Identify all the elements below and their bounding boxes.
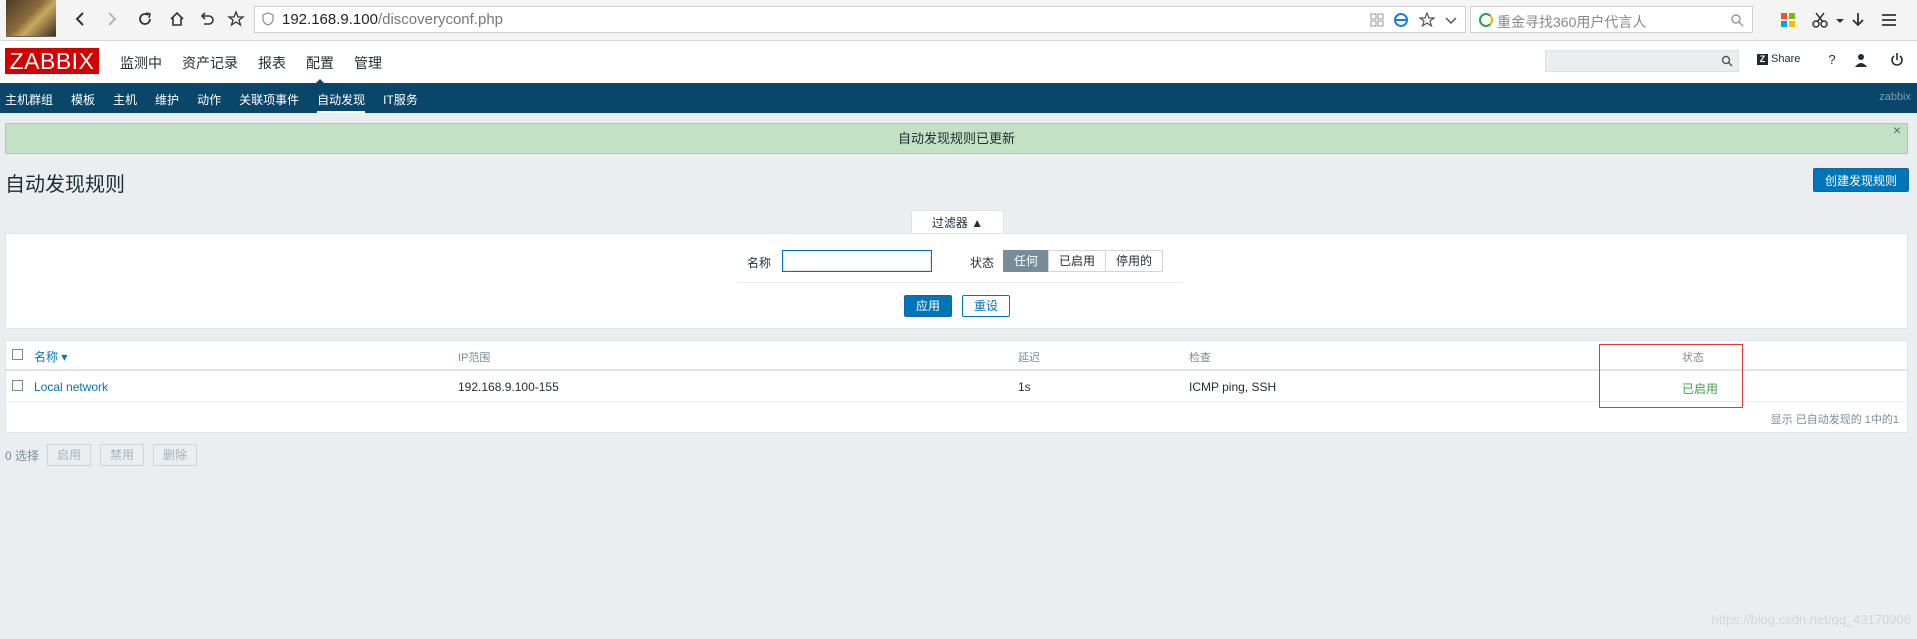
status-option-any[interactable]: 任何 [1003, 250, 1050, 272]
mass-disable-button[interactable]: 禁用 [100, 444, 145, 466]
mass-actions: 0 选择 启用 禁用 删除 [5, 444, 206, 466]
bookmark-star-icon[interactable] [224, 7, 248, 31]
filter-status-label: 状态 [970, 256, 995, 270]
search-icon[interactable] [1730, 13, 1744, 27]
undo-icon[interactable] [195, 7, 219, 31]
close-icon[interactable]: × [1893, 116, 1901, 145]
column-ip-range: IP范围 [458, 352, 491, 364]
menu-configuration[interactable]: 配置 [306, 53, 334, 86]
row-checkbox[interactable] [12, 380, 23, 391]
status-segmented-control: 任何 已启用 停用的 [1003, 250, 1164, 272]
app-header: ZABBIX 监测中 资产记录 报表 配置 管理 Z Share ? [0, 41, 1917, 86]
page-title: 自动发现规则 [5, 174, 125, 196]
subnav-discovery[interactable]: 自动发现 [317, 91, 366, 113]
reload-icon[interactable] [133, 7, 157, 31]
global-search-input[interactable] [1545, 50, 1739, 72]
zabbix-logo[interactable]: ZABBIX [5, 48, 99, 74]
subnav-maintenance[interactable]: 维护 [155, 91, 179, 108]
rule-checks: ICMP ping, SSH [1189, 380, 1277, 394]
subnav-hosts[interactable]: 主机 [113, 91, 137, 108]
power-icon[interactable] [1889, 52, 1905, 68]
column-name[interactable]: 名称 ▾ [34, 348, 67, 365]
success-message: 自动发现规则已更新 × [5, 122, 1908, 154]
back-icon[interactable] [68, 7, 92, 31]
rule-ip-range: 192.168.9.100-155 [458, 380, 559, 394]
download-icon[interactable] [1848, 10, 1868, 30]
share-icon: Z [1757, 53, 1768, 65]
mass-enable-button[interactable]: 启用 [47, 444, 92, 466]
home-icon[interactable] [165, 7, 189, 31]
menu-inventory[interactable]: 资产记录 [182, 53, 238, 73]
rule-status-toggle[interactable]: 已启用 [1682, 380, 1718, 397]
mass-delete-button[interactable]: 删除 [153, 444, 198, 466]
column-checks: 检查 [1189, 352, 1211, 364]
subnav-it-services[interactable]: IT服务 [383, 91, 418, 108]
chevron-down-icon[interactable] [1443, 12, 1459, 28]
filter-toggle-tab[interactable]: 过滤器 ▲ [911, 210, 1004, 234]
url-text: 192.168.9.100/discoveryconf.php [282, 11, 503, 28]
browser-search-input[interactable]: 重金寻找360用户代言人 [1470, 6, 1753, 33]
search-placeholder: 重金寻找360用户代言人 [1497, 14, 1647, 30]
column-status: 状态 [1682, 352, 1704, 364]
menu-reports[interactable]: 报表 [258, 53, 286, 73]
select-all-checkbox[interactable] [12, 349, 23, 360]
apps-icon[interactable] [1778, 10, 1798, 30]
browser-toolbar: 192.168.9.100/discoveryconf.php 重金寻找360用… [0, 0, 1917, 41]
url-path: /discoveryconf.php [377, 11, 504, 28]
filter-divider [737, 282, 1183, 283]
shield-icon [262, 12, 274, 26]
url-host: 192.168.9.100 [282, 11, 378, 28]
filter-panel: 名称 状态 任何 已启用 停用的 应用 重设 [5, 233, 1908, 329]
table-footer-count: 显示 已自动发现的 1中的1 [1770, 414, 1899, 426]
dropdown-icon[interactable] [1830, 10, 1850, 30]
share-link[interactable]: Z Share [1757, 53, 1800, 65]
watermark: https://blog.csdn.net/qq_43170906 [1711, 612, 1912, 627]
subnav-event-correlation[interactable]: 关联项事件 [239, 91, 299, 108]
reset-button[interactable]: 重设 [962, 295, 1010, 317]
server-name: zabbix [1879, 91, 1911, 103]
scissors-icon[interactable] [1810, 10, 1830, 30]
subnav-host-groups[interactable]: 主机群组 [5, 91, 53, 108]
menu-monitoring[interactable]: 监测中 [120, 53, 162, 73]
success-message-text: 自动发现规则已更新 [897, 131, 1015, 146]
main-menu: 监测中 资产记录 报表 配置 管理 [120, 53, 402, 86]
filter-name-label: 名称 [747, 256, 772, 270]
table-row: Local network 192.168.9.100-155 1s ICMP … [6, 371, 1907, 402]
search-engine-icon [1479, 13, 1493, 27]
address-bar[interactable]: 192.168.9.100/discoveryconf.php [254, 6, 1466, 33]
create-discovery-rule-button[interactable]: 创建发现规则 [1813, 168, 1909, 192]
column-delay: 延迟 [1018, 352, 1040, 364]
profile-avatar[interactable] [6, 0, 56, 37]
favorite-star-icon[interactable] [1419, 12, 1435, 28]
ie-mode-icon[interactable] [1393, 12, 1409, 28]
table-header: 名称 ▾ IP范围 延迟 检查 状态 [6, 341, 1907, 371]
rule-name-link[interactable]: Local network [34, 380, 108, 394]
status-option-enabled[interactable]: 已启用 [1048, 250, 1107, 272]
menu-icon[interactable] [1879, 10, 1899, 30]
search-icon[interactable] [1721, 55, 1733, 67]
rule-delay: 1s [1018, 380, 1031, 394]
menu-administration[interactable]: 管理 [354, 53, 382, 73]
status-option-disabled[interactable]: 停用的 [1105, 250, 1164, 272]
filter-name-input[interactable] [782, 250, 932, 272]
help-icon[interactable]: ? [1824, 52, 1840, 68]
user-profile-icon[interactable] [1853, 52, 1869, 68]
discovery-rules-table: 名称 ▾ IP范围 延迟 检查 状态 Local network 192.168… [5, 340, 1908, 433]
subnav-actions[interactable]: 动作 [197, 91, 221, 108]
apply-button[interactable]: 应用 [904, 295, 952, 317]
grid-icon[interactable] [1369, 12, 1385, 28]
selected-count: 0 选择 [5, 448, 40, 463]
share-label: Share [1771, 53, 1801, 65]
sub-navigation: 主机群组 模板 主机 维护 动作 关联项事件 自动发现 IT服务 zabbix [0, 83, 1917, 113]
forward-icon[interactable] [100, 7, 124, 31]
subnav-templates[interactable]: 模板 [71, 91, 95, 108]
